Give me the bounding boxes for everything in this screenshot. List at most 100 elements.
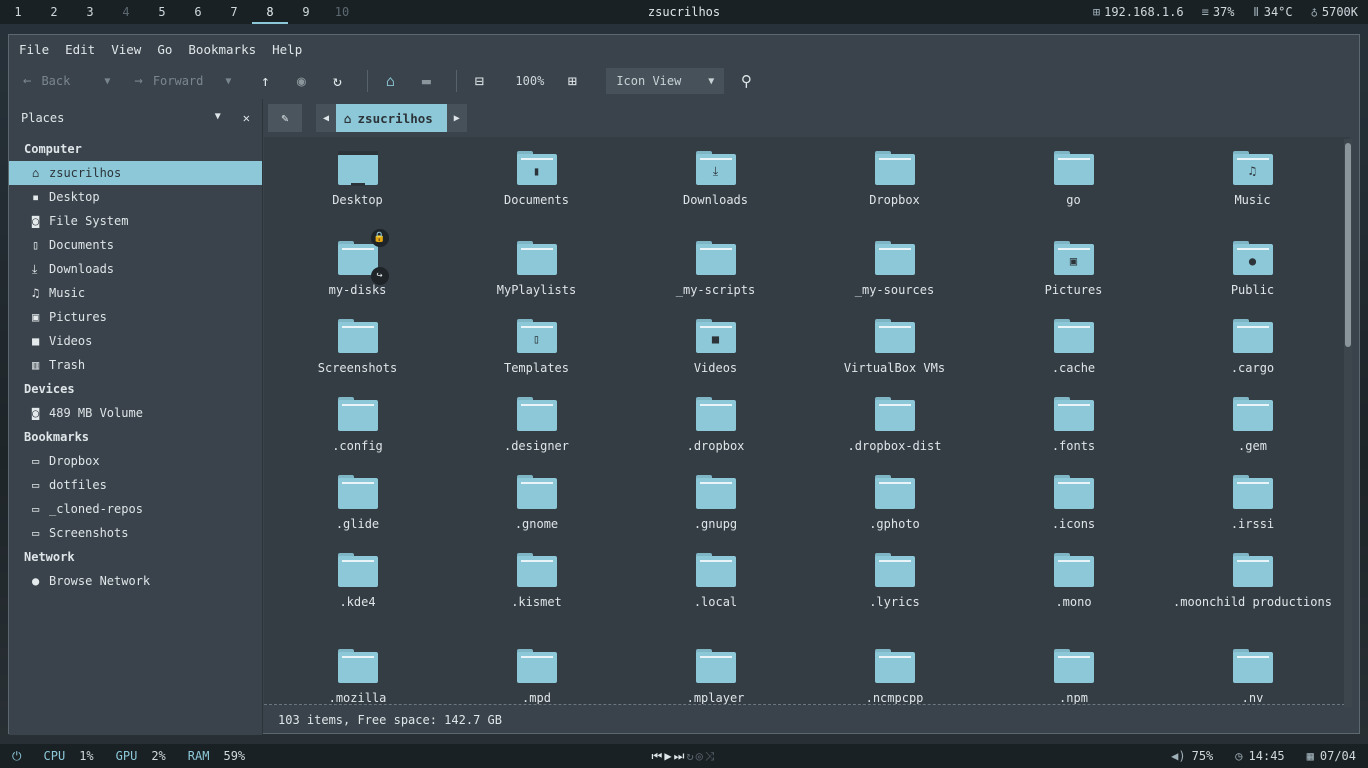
sidebar-item-dropbox[interactable]: ▭ Dropbox (9, 449, 262, 473)
back-button[interactable]: ← Back ▼ (23, 73, 110, 89)
file-item[interactable]: .moonchild productions (1163, 553, 1342, 649)
menu-view[interactable]: View (111, 42, 141, 57)
file-item[interactable]: .dropbox (626, 397, 805, 475)
zoom-out-button[interactable]: ⊟ (465, 68, 493, 94)
file-item[interactable]: _my-sources (805, 241, 984, 319)
workspace-5[interactable]: 5 (144, 0, 180, 24)
breadcrumb-home[interactable]: ⌂ zsucrilhos (336, 104, 447, 132)
up-button[interactable]: ↑ (251, 68, 279, 94)
date[interactable]: ▦ 07/04 (1307, 749, 1356, 763)
menu-go[interactable]: Go (157, 42, 172, 57)
file-item[interactable]: ▯ Templates (447, 319, 626, 397)
chevron-down-icon[interactable]: ▼ (104, 76, 110, 87)
file-item[interactable]: .gnupg (626, 475, 805, 553)
computer-button[interactable]: ▬ (412, 68, 440, 94)
file-item[interactable]: .mono (984, 553, 1163, 649)
stop-button[interactable]: ◉ (287, 68, 315, 94)
volume-status[interactable]: ◀) 75% (1171, 749, 1213, 763)
file-item[interactable]: .local (626, 553, 805, 649)
file-item[interactable]: .mozilla (268, 649, 447, 704)
file-item[interactable]: .icons (984, 475, 1163, 553)
search-button[interactable]: ⚲ (732, 68, 760, 94)
file-item[interactable]: .designer (447, 397, 626, 475)
color-temp-status[interactable]: ♁ 5700K (1311, 0, 1358, 24)
file-item[interactable]: Desktop (268, 151, 447, 241)
file-item[interactable]: .npm (984, 649, 1163, 704)
reload-button[interactable]: ↻ (323, 68, 351, 94)
file-item[interactable]: ▣ Pictures (984, 241, 1163, 319)
clock[interactable]: ◷ 14:45 (1235, 749, 1284, 763)
file-item[interactable]: .mpd (447, 649, 626, 704)
file-item[interactable]: .fonts (984, 397, 1163, 475)
workspace-6[interactable]: 6 (180, 0, 216, 24)
file-item[interactable]: .gphoto (805, 475, 984, 553)
workspace-2[interactable]: 2 (36, 0, 72, 24)
workspace-4[interactable]: 4 (108, 0, 144, 24)
file-item[interactable]: ▮ Documents (447, 151, 626, 241)
file-item[interactable]: .config (268, 397, 447, 475)
sidebar-item-desktop[interactable]: ▪ Desktop (9, 185, 262, 209)
file-item[interactable]: VirtualBox VMs (805, 319, 984, 397)
file-item[interactable]: ⤓ Downloads (626, 151, 805, 241)
file-item[interactable]: .glide (268, 475, 447, 553)
file-item[interactable]: ♫ Music (1163, 151, 1342, 241)
sidebar-item-file-system[interactable]: ◙ File System (9, 209, 262, 233)
repeat-icon[interactable]: ↻ (686, 749, 695, 763)
next-icon[interactable]: ⏭ (674, 749, 687, 763)
file-item[interactable]: .lyrics (805, 553, 984, 649)
file-item[interactable]: .ncmpcpp (805, 649, 984, 704)
scrollbar-thumb[interactable] (1345, 143, 1351, 347)
workspace-10[interactable]: 10 (324, 0, 360, 24)
sidebar-item--cloned-repos[interactable]: ▭ _cloned-repos (9, 497, 262, 521)
sidebar-item-downloads[interactable]: ⤓ Downloads (9, 257, 262, 281)
file-item[interactable]: .cargo (1163, 319, 1342, 397)
file-item[interactable]: .irssi (1163, 475, 1342, 553)
single-icon[interactable]: ◎ (696, 749, 705, 763)
file-item[interactable]: go (984, 151, 1163, 241)
file-item[interactable]: MyPlaylists (447, 241, 626, 319)
close-icon[interactable]: ✕ (243, 111, 250, 125)
workspace-8[interactable]: 8 (252, 0, 288, 24)
file-item[interactable]: ■ Videos (626, 319, 805, 397)
menu-bookmarks[interactable]: Bookmarks (188, 42, 256, 57)
file-item[interactable]: .mplayer (626, 649, 805, 704)
play-icon[interactable]: ▶ (664, 749, 673, 763)
file-item[interactable]: .gem (1163, 397, 1342, 475)
path-forward-arrow[interactable]: ▶ (446, 104, 467, 132)
temperature-status[interactable]: ǁ 34°C (1253, 0, 1293, 24)
home-button[interactable]: ⌂ (376, 68, 404, 94)
workspace-1[interactable]: 1 (0, 0, 36, 24)
file-item[interactable]: .cache (984, 319, 1163, 397)
sidebar-item-489-mb-volume[interactable]: ◙ 489 MB Volume (9, 401, 262, 425)
file-item[interactable]: .kde4 (268, 553, 447, 649)
file-item[interactable]: 🔒 ↪ my-disks (268, 229, 447, 319)
sidebar-item-dotfiles[interactable]: ▭ dotfiles (9, 473, 262, 497)
file-item[interactable]: Dropbox (805, 151, 984, 241)
sidebar-item-documents[interactable]: ▯ Documents (9, 233, 262, 257)
sidebar-item-zsucrilhos[interactable]: ⌂ zsucrilhos (9, 161, 262, 185)
menu-file[interactable]: File (19, 42, 49, 57)
disk-status[interactable]: ≡ 37% (1202, 0, 1235, 24)
shuffle-icon[interactable]: ⤨ (705, 749, 717, 763)
file-item[interactable]: .kismet (447, 553, 626, 649)
chevron-down-icon[interactable]: ▼ (225, 76, 231, 87)
workspace-9[interactable]: 9 (288, 0, 324, 24)
workspace-3[interactable]: 3 (72, 0, 108, 24)
sidebar-item-pictures[interactable]: ▣ Pictures (9, 305, 262, 329)
sidebar-item-videos[interactable]: ■ Videos (9, 329, 262, 353)
file-item[interactable]: Screenshots (268, 319, 447, 397)
power-icon[interactable]: ⏻ (12, 749, 22, 764)
sidebar-item-browse-network[interactable]: ● Browse Network (9, 569, 262, 593)
chevron-down-icon[interactable]: ▼ (215, 111, 221, 125)
previous-icon[interactable]: ⏮ (652, 749, 665, 763)
path-back-arrow[interactable]: ◀ (316, 104, 336, 132)
file-item[interactable]: _my-scripts (626, 241, 805, 319)
file-item[interactable]: .nv (1163, 649, 1342, 704)
edit-location-button[interactable]: ✎ (268, 104, 302, 132)
zoom-in-button[interactable]: ⊞ (558, 68, 586, 94)
file-item[interactable]: ● Public (1163, 241, 1342, 319)
sidebar-item-screenshots[interactable]: ▭ Screenshots (9, 521, 262, 545)
file-item[interactable]: .gnome (447, 475, 626, 553)
sidebar-item-music[interactable]: ♫ Music (9, 281, 262, 305)
file-item[interactable]: .dropbox-dist (805, 397, 984, 475)
